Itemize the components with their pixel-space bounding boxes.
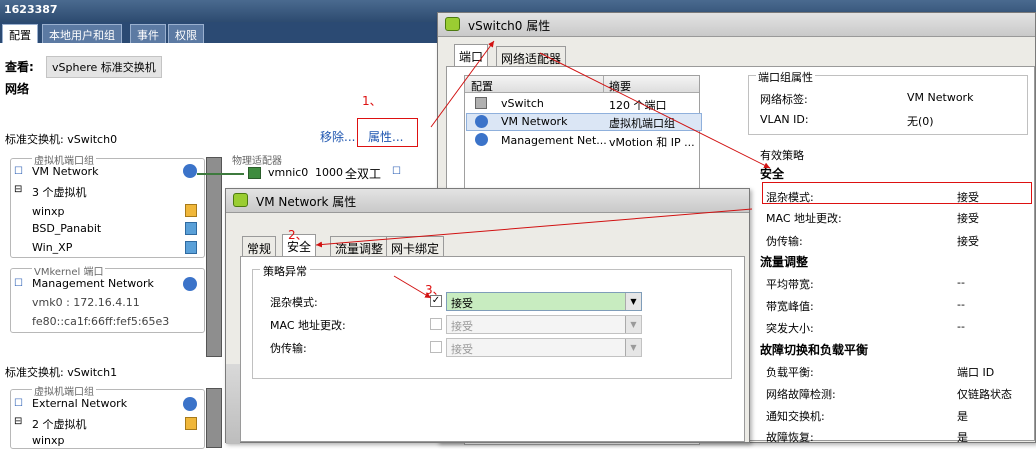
arrow-tab-to-policy (539, 52, 771, 169)
annotation-arrows (315, 40, 771, 299)
arrow-step1 (430, 40, 495, 128)
arrow-step3 (393, 275, 432, 299)
arrow-step2 (315, 208, 753, 248)
